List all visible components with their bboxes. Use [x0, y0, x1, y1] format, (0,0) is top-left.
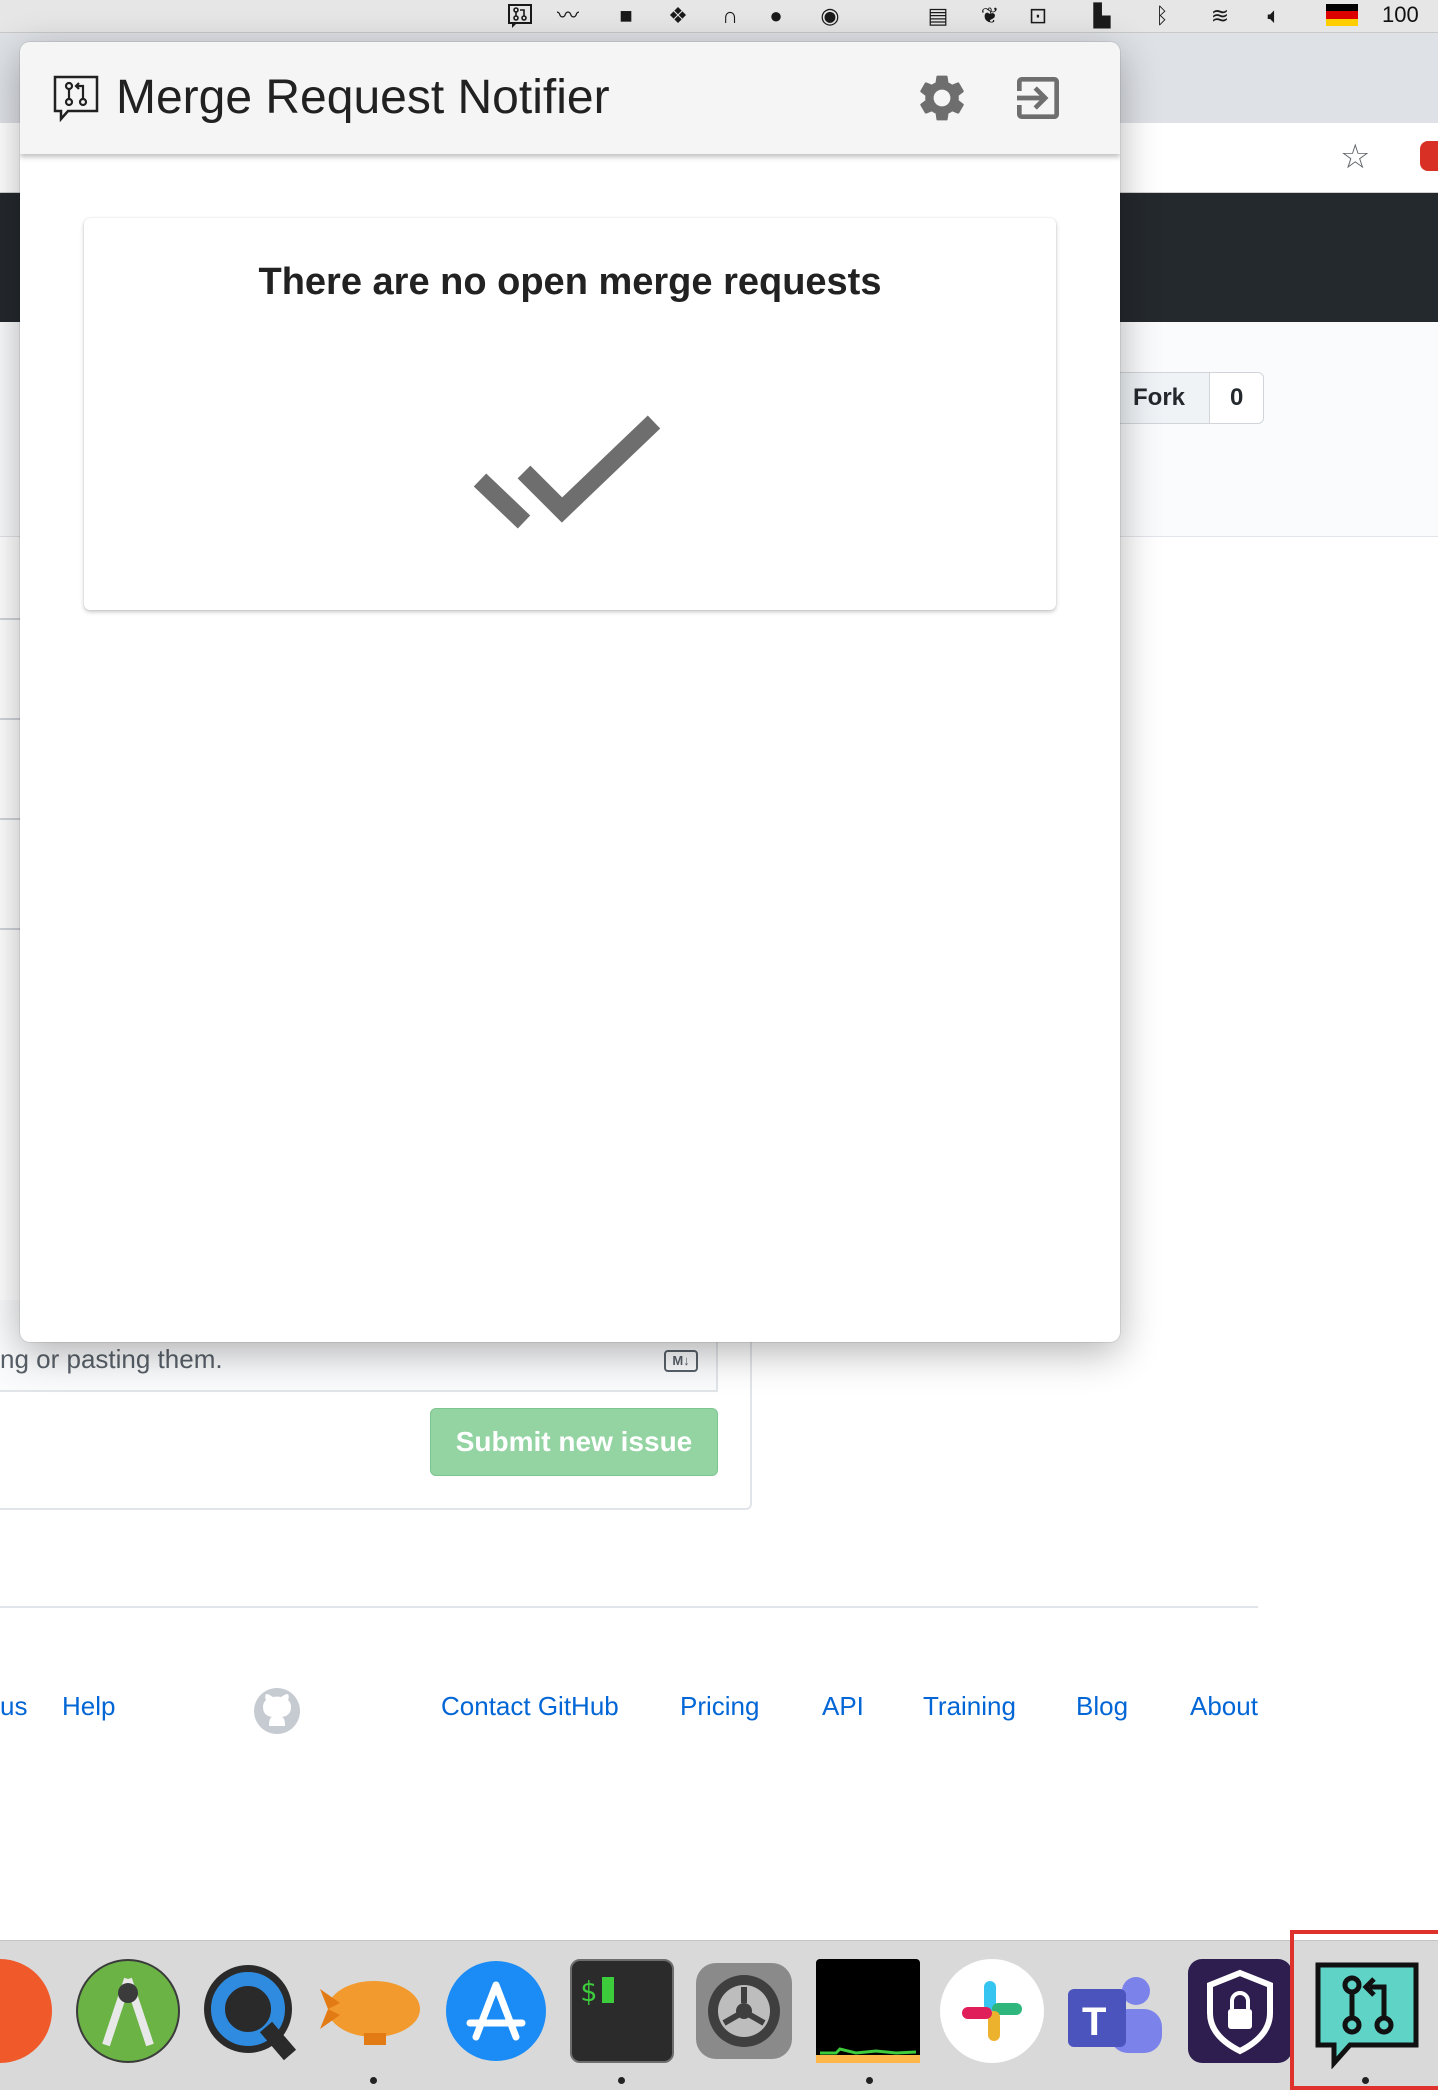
- github-logo-icon[interactable]: [252, 1686, 302, 1736]
- volume-icon[interactable]: 🔈︎: [1260, 3, 1288, 29]
- running-indicator: [866, 2077, 873, 2084]
- divider: [0, 818, 20, 820]
- footer-link-contact[interactable]: Contact GitHub: [441, 1690, 619, 1722]
- onepassword-icon[interactable]: ◉: [816, 3, 844, 29]
- submit-new-issue-button[interactable]: Submit new issue: [430, 1408, 718, 1476]
- adblock-icon[interactable]: [1420, 141, 1438, 171]
- fork-button-group: Fork 0: [1108, 372, 1265, 424]
- merge-request-notifier-tray-icon[interactable]: [506, 3, 534, 29]
- attach-files-hint: ng or pasting them.: [0, 1344, 223, 1374]
- divider: [0, 718, 20, 720]
- footer-link-training[interactable]: Training: [923, 1690, 1016, 1722]
- german-flag-icon[interactable]: [1326, 4, 1358, 26]
- dock: $ T: [0, 1940, 1438, 2090]
- footer-link-status[interactable]: us: [0, 1690, 27, 1722]
- wifi-icon[interactable]: ≋: [1206, 3, 1234, 29]
- popup-header: Merge Request Notifier: [20, 42, 1120, 154]
- bluetooth-icon[interactable]: ᛒ: [1148, 3, 1176, 29]
- leaf-icon[interactable]: ❦: [976, 3, 1004, 29]
- fork-button[interactable]: Fork: [1108, 372, 1211, 424]
- divider: [0, 618, 20, 620]
- dropbox-icon[interactable]: ❖: [664, 3, 692, 29]
- footer-link-help[interactable]: Help: [62, 1690, 115, 1722]
- vpn-shield-icon[interactable]: [1188, 1959, 1292, 2063]
- slack-icon[interactable]: [940, 1959, 1044, 2063]
- footer-link-api[interactable]: API: [822, 1690, 864, 1722]
- docker-icon[interactable]: ▤: [924, 3, 952, 29]
- empty-state-card: There are no open merge requests: [84, 218, 1056, 610]
- android-studio-icon[interactable]: [76, 1959, 180, 2063]
- sketch-icon[interactable]: [0, 1959, 52, 2063]
- footer-link-pricing[interactable]: Pricing: [680, 1690, 759, 1722]
- blimp-icon[interactable]: [320, 1959, 424, 2063]
- app-store-icon[interactable]: [444, 1959, 548, 2063]
- activity-monitor-icon[interactable]: [816, 1959, 920, 2063]
- footer-divider: [0, 1606, 1258, 1608]
- footer-link-blog[interactable]: Blog: [1076, 1690, 1128, 1722]
- svg-text:$: $: [580, 1975, 597, 2008]
- teams-icon[interactable]: T: [1064, 1959, 1168, 2063]
- spaces-icon[interactable]: ▙: [1088, 3, 1116, 29]
- zoom-icon[interactable]: ■: [612, 3, 640, 29]
- divider: [0, 928, 20, 930]
- empty-state-message: There are no open merge requests: [258, 261, 882, 303]
- menu-bar: 〰 ■ ❖ ∩ ● ◉ ▤ ❦ ⊡ ▙ ᛒ ≋ 🔈︎ 100 %: [0, 0, 1438, 57]
- exit-to-app-icon: [1017, 77, 1059, 119]
- mustache-icon[interactable]: 〰: [554, 3, 582, 29]
- svg-text:T: T: [1082, 2000, 1106, 2044]
- system-preferences-icon[interactable]: [692, 1959, 796, 2063]
- markdown-icon[interactable]: M↓: [664, 1350, 698, 1372]
- running-indicator: [370, 2077, 377, 2084]
- bookmark-star-icon[interactable]: ☆: [1340, 137, 1370, 177]
- dock-icon-highlight: [1290, 1930, 1438, 2090]
- footer-link-about[interactable]: About: [1190, 1690, 1258, 1722]
- quicktime-icon[interactable]: [198, 1959, 302, 2063]
- merge-request-notifier-popup: Merge Request Notifier There are no open…: [20, 42, 1120, 1342]
- headphones-icon[interactable]: ∩: [716, 3, 744, 29]
- running-indicator: [618, 2077, 625, 2084]
- gear-icon: [920, 75, 964, 121]
- lock-status-icon[interactable]: ⊡: [1024, 3, 1052, 29]
- fork-count[interactable]: 0: [1210, 372, 1265, 424]
- app-title: Merge Request Notifier: [116, 71, 610, 124]
- done-all-icon: [473, 415, 661, 529]
- record-icon[interactable]: ●: [762, 3, 790, 29]
- settings-button[interactable]: [914, 70, 970, 126]
- merge-request-logo-icon: [53, 75, 99, 122]
- logout-button[interactable]: [1010, 70, 1066, 126]
- terminal-icon[interactable]: $: [570, 1959, 674, 2063]
